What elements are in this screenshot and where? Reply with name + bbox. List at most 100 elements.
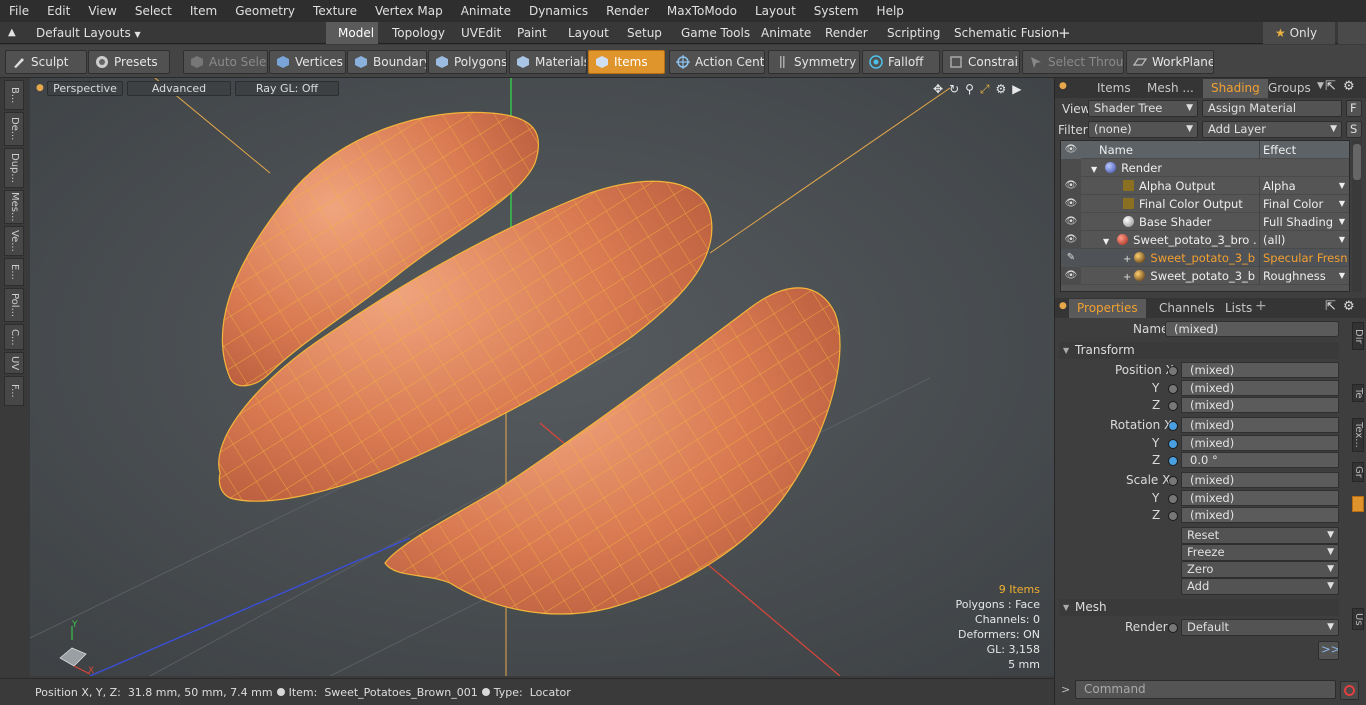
viewport-scene[interactable] bbox=[30, 78, 1054, 676]
tab-items-list[interactable]: Items bbox=[1089, 79, 1139, 98]
more-options-button[interactable]: >> bbox=[1318, 641, 1339, 660]
side-tab-tex[interactable]: Tex... bbox=[1352, 418, 1364, 452]
auto-select-button[interactable]: Auto Select bbox=[183, 50, 268, 74]
left-tab-edge[interactable]: E... bbox=[4, 258, 24, 286]
visibility-eye-icon[interactable]: 👁 bbox=[1061, 195, 1081, 213]
tab-groups[interactable]: Groups bbox=[1260, 79, 1319, 98]
position-x-field[interactable]: (mixed) bbox=[1181, 362, 1339, 378]
row-effect[interactable]: Final Color ▼ bbox=[1259, 195, 1347, 213]
panel-expand-icon[interactable]: ⇱ bbox=[1325, 79, 1336, 94]
assign-material-button[interactable]: Assign Material bbox=[1202, 100, 1342, 117]
rotation-z-radio[interactable] bbox=[1168, 456, 1178, 466]
position-y-radio[interactable] bbox=[1168, 384, 1178, 394]
scrollbar-thumb[interactable] bbox=[1353, 144, 1361, 180]
sculpt-button[interactable]: Sculpt bbox=[5, 50, 87, 74]
raygl-button[interactable]: Ray GL: Off bbox=[235, 81, 339, 96]
left-tab-curve[interactable]: C... bbox=[4, 324, 24, 350]
f-button[interactable]: F bbox=[1346, 100, 1362, 117]
rotation-x-field[interactable]: (mixed) bbox=[1181, 417, 1339, 433]
viewport-settings-gear-icon[interactable]: ⚙ bbox=[996, 82, 1007, 97]
row-effect[interactable]: Alpha ▼ bbox=[1259, 177, 1347, 195]
expand-triangle-icon[interactable]: ▼ bbox=[1103, 237, 1109, 246]
polygons-button[interactable]: Polygons bbox=[428, 50, 507, 74]
plus-icon[interactable]: + bbox=[1123, 272, 1131, 283]
side-tab-gr[interactable]: Gr bbox=[1352, 462, 1364, 482]
left-tab-mesh-edit[interactable]: Mes... bbox=[4, 190, 24, 224]
action-center-button[interactable]: Action Center bbox=[669, 50, 765, 74]
freeze-dropdown[interactable]: Freeze ▼ bbox=[1181, 544, 1339, 561]
position-z-field[interactable]: (mixed) bbox=[1181, 397, 1339, 413]
scale-z-radio[interactable] bbox=[1168, 511, 1178, 521]
add-layer-dropdown[interactable]: Add Layer ▼ bbox=[1202, 121, 1342, 138]
symmetry-button[interactable]: Symmetry bbox=[768, 50, 860, 74]
shader-tree-row[interactable]: 👁 Alpha Output Alpha ▼ bbox=[1061, 177, 1349, 195]
transform-section-header[interactable]: ▼ Transform bbox=[1059, 342, 1339, 359]
position-y-field[interactable]: (mixed) bbox=[1181, 380, 1339, 396]
tab-dropdown-chevron-icon[interactable]: ▼ bbox=[1317, 81, 1324, 91]
visibility-eye-icon[interactable]: 👁 bbox=[1061, 213, 1081, 231]
left-tab-fusion[interactable]: F... bbox=[4, 376, 24, 406]
only-toggle[interactable]: ★ Only bbox=[1263, 22, 1335, 44]
left-tab-deform[interactable]: De... bbox=[4, 112, 24, 146]
scale-y-radio[interactable] bbox=[1168, 494, 1178, 504]
scale-z-field[interactable]: (mixed) bbox=[1181, 507, 1339, 523]
presets-button[interactable]: Presets bbox=[88, 50, 170, 74]
shader-tree-row[interactable]: ✎ + Sweet_potato_3_b ... Specular Fresn..… bbox=[1061, 249, 1349, 267]
expand-triangle-icon[interactable]: ▼ bbox=[1091, 165, 1097, 174]
visibility-eye-icon[interactable] bbox=[1061, 159, 1081, 177]
perspective-button[interactable]: Perspective bbox=[47, 81, 123, 96]
side-tab-us[interactable]: Us bbox=[1352, 608, 1364, 630]
shader-tree-row[interactable]: 👁 Base Shader Full Shading ▼ bbox=[1061, 213, 1349, 231]
render-radio[interactable] bbox=[1168, 623, 1178, 633]
tab-model[interactable]: Model bbox=[326, 22, 378, 44]
menu-system[interactable]: System bbox=[805, 0, 868, 22]
rotation-y-radio[interactable] bbox=[1168, 439, 1178, 449]
column-effect-header[interactable]: Effect bbox=[1259, 141, 1347, 159]
panel-menu-dot-icon[interactable]: ● bbox=[1059, 81, 1067, 91]
side-tab-dir[interactable]: Dir bbox=[1352, 322, 1364, 350]
left-tab-basic[interactable]: B... bbox=[4, 80, 24, 110]
shader-tree-row[interactable]: 👁 Final Color Output Final Color ▼ bbox=[1061, 195, 1349, 213]
panel-expand-icon[interactable]: ⇱ bbox=[1325, 299, 1336, 314]
layout-options-button[interactable] bbox=[1338, 22, 1366, 44]
column-name-header[interactable]: Name bbox=[1099, 141, 1133, 159]
viewport-expand-arrow-icon[interactable]: ▶ bbox=[1012, 82, 1021, 97]
rotation-z-field[interactable]: 0.0 ° bbox=[1181, 452, 1339, 468]
shader-tree-scrollbar[interactable] bbox=[1352, 140, 1362, 292]
add-tab-plus-icon[interactable]: + bbox=[1255, 298, 1267, 314]
move-view-icon[interactable]: ✥ bbox=[933, 82, 943, 97]
materials-button[interactable]: Materials bbox=[509, 50, 587, 74]
menu-vertex-map[interactable]: Vertex Map bbox=[366, 0, 452, 22]
tab-shading[interactable]: Shading bbox=[1203, 79, 1268, 98]
scale-y-field[interactable]: (mixed) bbox=[1181, 490, 1339, 506]
tab-setup[interactable]: Setup bbox=[615, 22, 674, 44]
3d-viewport[interactable]: ● Perspective Advanced Ray GL: Off Y X ✥… bbox=[30, 78, 1054, 676]
vertices-button[interactable]: Vertices1 bbox=[269, 50, 346, 74]
shader-tree-row[interactable]: ▼ Render bbox=[1061, 159, 1349, 177]
tab-paint[interactable]: Paint bbox=[505, 22, 559, 44]
plus-icon[interactable]: + bbox=[1123, 254, 1131, 265]
menu-animate[interactable]: Animate bbox=[452, 0, 520, 22]
rotation-x-radio[interactable] bbox=[1168, 421, 1178, 431]
row-effect[interactable]: Specular Fresn... bbox=[1259, 249, 1347, 267]
panel-settings-gear-icon[interactable]: ⚙ bbox=[1343, 299, 1355, 314]
visibility-eye-icon[interactable]: 👁 bbox=[1061, 231, 1081, 249]
scale-x-radio[interactable] bbox=[1168, 476, 1178, 486]
tab-topology[interactable]: Topology bbox=[380, 22, 457, 44]
command-input[interactable]: Command bbox=[1075, 680, 1336, 699]
row-effect[interactable]: (all) ▼ bbox=[1259, 231, 1347, 249]
shading-mode-button[interactable]: Advanced bbox=[127, 81, 231, 96]
falloff-button[interactable]: Falloff bbox=[862, 50, 940, 74]
viewport-menu-dot-icon[interactable]: ● bbox=[36, 83, 44, 93]
zoom-view-icon[interactable]: ⚲ bbox=[965, 82, 974, 97]
visibility-eye-icon[interactable]: 👁 bbox=[1061, 177, 1081, 195]
tab-uvedit[interactable]: UVEdit bbox=[449, 22, 513, 44]
visibility-eye-icon[interactable]: 👁 bbox=[1061, 267, 1081, 285]
boundary-button[interactable]: Boundary bbox=[347, 50, 427, 74]
panel-menu-dot-icon[interactable]: ● bbox=[1059, 301, 1067, 311]
menu-layout[interactable]: Layout bbox=[746, 0, 805, 22]
rotate-view-icon[interactable]: ↻ bbox=[949, 82, 959, 97]
layout-selector[interactable]: Default Layouts ▼ bbox=[24, 22, 153, 44]
add-dropdown[interactable]: Add ▼ bbox=[1181, 578, 1339, 595]
menu-item[interactable]: Item bbox=[181, 0, 226, 22]
